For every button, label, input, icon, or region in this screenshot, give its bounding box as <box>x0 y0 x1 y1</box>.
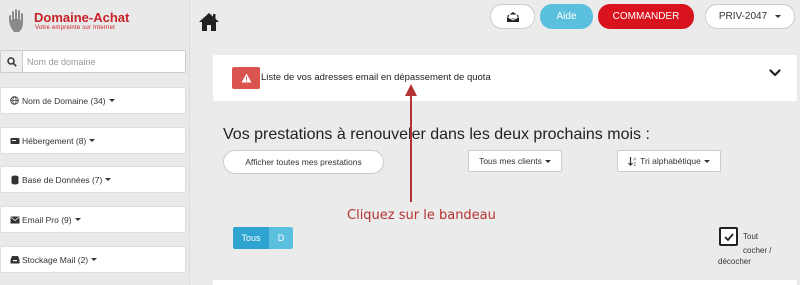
select-all-label: Tout cocher / <box>743 232 772 255</box>
caret-down-icon <box>91 258 98 261</box>
select-all-label-continued: décocher <box>718 257 751 266</box>
clients-filter-label: Tous mes clients <box>479 156 542 166</box>
sidebar-item-bases[interactable]: Base de Données (7) <box>0 166 186 193</box>
order-button[interactable]: COMMANDER <box>598 4 694 29</box>
caret-down-icon <box>775 15 782 18</box>
caret-down-icon <box>703 159 710 163</box>
sidebar-item-label: Email Pro (9) <box>22 214 72 225</box>
caret-down-icon <box>108 99 115 102</box>
sort-dropdown[interactable]: A Z Tri alphabétique <box>617 150 721 172</box>
server-icon <box>9 136 20 145</box>
caret-down-icon <box>105 178 112 181</box>
clients-filter-dropdown[interactable]: Tous mes clients <box>468 150 562 172</box>
search-icon[interactable] <box>1 51 23 72</box>
page-title: Vos prestations à renouveler dans les de… <box>223 126 650 143</box>
caret-down-icon <box>544 159 551 163</box>
sidebar-item-label: Base de Données (7) <box>22 174 103 185</box>
brand-title: Domaine-Achat <box>34 10 130 25</box>
filter-tous-button[interactable]: Tous <box>233 227 269 249</box>
annotation-text: Cliquez sur le bandeau <box>347 208 496 223</box>
sidebar-item-label: Hébergement (8) <box>22 135 87 146</box>
database-icon <box>9 175 20 184</box>
envelope-icon <box>9 215 20 224</box>
check-icon <box>723 232 734 241</box>
envelope-open-icon <box>506 11 519 22</box>
domain-search-input[interactable] <box>27 53 181 70</box>
sidebar-item-label: Nom de Domaine (34) <box>22 95 106 106</box>
brand-subtitle: Votre empreinte sur Internet <box>35 25 115 31</box>
filter-segment: Tous D <box>233 227 293 249</box>
account-dropdown[interactable]: PRIV-2047 <box>705 4 795 29</box>
show-all-services-button[interactable]: Afficher toutes mes prestations <box>223 150 384 174</box>
caret-down-icon <box>74 218 81 221</box>
sidebar-item-stockage-mail[interactable]: Stockage Mail (2) <box>0 246 186 273</box>
sidebar-item-hebergement[interactable]: Hébergement (8) <box>0 127 186 154</box>
filter-d-button[interactable]: D <box>269 227 293 249</box>
sort-label: Tri alphabétique <box>640 156 701 166</box>
account-label: PRIV-2047 <box>718 11 768 22</box>
chevron-down-icon[interactable] <box>769 68 781 78</box>
banner-text: Liste de vos adresses email en dépasseme… <box>261 72 491 83</box>
services-list-top <box>213 280 797 285</box>
quota-banner[interactable]: Liste de vos adresses email en dépasseme… <box>213 55 797 101</box>
brand-logo[interactable]: Domaine-Achat Votre empreinte sur Intern… <box>6 8 186 34</box>
sort-alpha-icon: A Z <box>628 157 636 167</box>
inbox-icon <box>9 255 20 264</box>
select-all-checkbox[interactable] <box>719 227 738 246</box>
hand-logo-icon <box>9 9 23 32</box>
sidebar-item-domaines[interactable]: Nom de Domaine (34) <box>0 87 186 114</box>
messages-button[interactable] <box>490 4 535 29</box>
annotation-arrow <box>405 84 417 202</box>
globe-icon <box>9 96 20 105</box>
sidebar-item-email-pro[interactable]: Email Pro (9) <box>0 206 186 233</box>
warning-icon <box>241 73 251 83</box>
help-button[interactable]: Aide <box>540 4 593 29</box>
sidebar: Domaine-Achat Votre empreinte sur Intern… <box>0 0 190 285</box>
svg-text:Z: Z <box>633 162 636 167</box>
sidebar-item-label: Stockage Mail (2) <box>22 254 89 265</box>
warning-badge <box>232 67 260 89</box>
home-icon[interactable] <box>198 12 220 32</box>
caret-down-icon <box>89 139 96 142</box>
domain-search <box>0 50 186 73</box>
